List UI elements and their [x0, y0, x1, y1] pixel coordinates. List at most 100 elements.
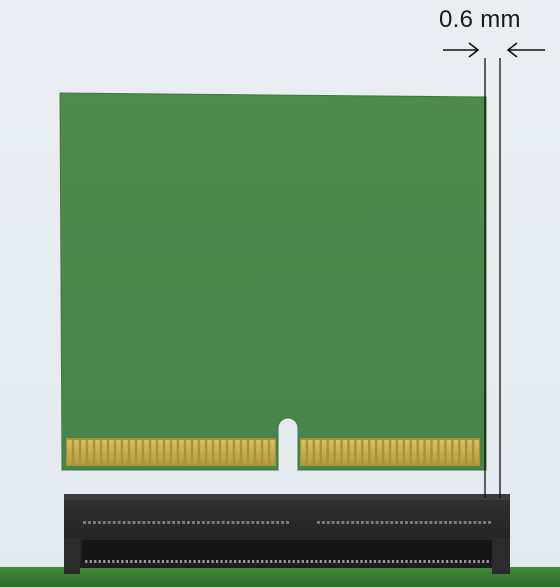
connector-pin — [252, 560, 255, 563]
connector-slot — [241, 521, 245, 524]
gold-contact-pin — [328, 440, 334, 465]
connector-pin — [161, 560, 165, 563]
connector-slot — [478, 521, 482, 524]
connector-pin — [324, 560, 327, 563]
connector-slot — [196, 521, 200, 524]
gold-contact-pin — [446, 440, 452, 465]
connector-pin — [238, 560, 241, 563]
connector-pin — [175, 560, 178, 563]
gold-contact-pin — [200, 440, 205, 465]
connector-pin — [265, 560, 268, 563]
gold-contact-pin — [412, 440, 417, 465]
connector-slot — [400, 521, 404, 524]
gold-contact-pin — [116, 440, 121, 465]
connector-pin — [188, 560, 192, 563]
gold-contact-pin — [193, 440, 198, 465]
connector-slot — [419, 521, 423, 524]
connector-slot — [122, 521, 126, 524]
gold-contact-pin — [144, 440, 149, 465]
gold-contact-pin — [123, 440, 128, 465]
connector-slot — [246, 521, 250, 524]
connector-slot — [375, 521, 379, 524]
connector-pin — [270, 560, 273, 563]
connector-slot — [167, 521, 171, 524]
connector-slot — [127, 521, 131, 524]
connector-slot — [380, 521, 384, 524]
gold-contact-pin — [256, 440, 261, 465]
connector-pin — [396, 560, 399, 563]
connector-slot — [448, 521, 452, 524]
connector-slot — [191, 521, 195, 524]
gold-contact-pin — [405, 440, 410, 465]
connector-slot — [276, 521, 280, 524]
connector-pin — [89, 560, 92, 563]
gold-contact-pin — [391, 440, 396, 465]
connector-pin — [315, 560, 318, 563]
connector-slot — [444, 521, 448, 524]
gold-contact-pin — [308, 440, 313, 465]
connector-pin — [486, 560, 489, 563]
connector-slot — [201, 521, 205, 524]
connector-pin — [319, 560, 322, 563]
connector-pin — [116, 560, 119, 563]
connector-pin — [441, 560, 444, 563]
connector-pin — [233, 560, 237, 563]
gold-contact-pin — [228, 440, 233, 465]
gold-contact-pin — [356, 440, 362, 465]
connector-pin — [261, 560, 264, 563]
connector-slot — [186, 521, 190, 524]
connector-slot — [286, 521, 290, 524]
connector-slot — [117, 521, 121, 524]
connector-pin — [342, 560, 345, 563]
connector-pin — [459, 560, 462, 563]
gold-contact-pin — [315, 440, 320, 465]
connector-pin — [382, 560, 386, 563]
connector-slot — [281, 521, 285, 524]
gold-contact-pin — [370, 440, 375, 465]
connector-slot — [221, 521, 225, 524]
connector-slot — [162, 521, 166, 524]
connector-pin — [297, 560, 300, 563]
connector-right-latch — [492, 538, 510, 574]
connector-slot — [483, 521, 487, 524]
connector-slot — [316, 521, 320, 524]
gold-contact-pin — [249, 440, 254, 465]
gold-contact-pin — [214, 440, 219, 465]
connector-pin — [206, 560, 210, 563]
connector-pin — [373, 560, 377, 563]
gold-contact-pin — [235, 440, 240, 465]
gold-contact-pin — [242, 440, 247, 465]
connector-slot — [473, 521, 477, 524]
connector-pin — [197, 560, 201, 563]
connector-pin — [346, 560, 350, 563]
connector-slot — [97, 521, 101, 524]
connector-slot — [152, 521, 156, 524]
connector-slot — [326, 521, 330, 524]
connector-pin — [432, 560, 435, 563]
gold-contact-pin — [474, 440, 479, 465]
connector-slot — [92, 521, 96, 524]
connector-pin — [306, 560, 309, 563]
connector-slot — [211, 521, 215, 524]
connector-slot — [271, 521, 275, 524]
connector-inner-channel — [82, 540, 492, 562]
connector-top-lip — [64, 494, 510, 500]
connector-pin — [121, 560, 124, 563]
gold-contact-pin — [418, 440, 424, 465]
connector-slot — [351, 521, 355, 524]
connector-pin — [152, 560, 156, 563]
connector-slot — [137, 521, 141, 524]
connector-slot — [102, 521, 106, 524]
connector-slot — [336, 521, 340, 524]
connector-pin — [157, 560, 160, 563]
connector-slot — [370, 521, 374, 524]
connector-slot — [390, 521, 394, 524]
gold-contact-pin — [398, 440, 403, 465]
connector-pin — [400, 560, 404, 563]
connector-pin — [477, 560, 480, 563]
host-board — [0, 567, 560, 587]
connector-pin — [94, 560, 97, 563]
connector-pin — [391, 560, 395, 563]
connector-slot — [434, 521, 438, 524]
connector-slot — [365, 521, 369, 524]
